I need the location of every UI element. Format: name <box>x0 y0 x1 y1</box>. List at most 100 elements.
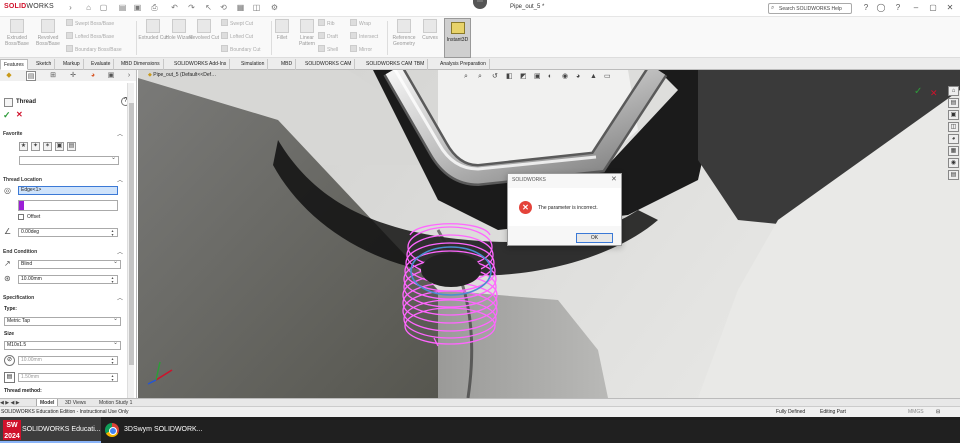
dialog-close-icon[interactable]: ✕ <box>611 175 617 183</box>
select-icon[interactable]: ↖ <box>204 3 213 12</box>
view-orientation-icon[interactable]: ▣ <box>534 71 541 82</box>
collapse-specification-icon[interactable]: ︿ <box>117 293 123 302</box>
swept-boss-button[interactable]: Swept Boss/Base <box>66 19 114 30</box>
redo-icon[interactable]: ↷ <box>187 3 196 12</box>
zoom-to-fit-icon[interactable]: ⌕ <box>464 71 468 82</box>
curves-button[interactable]: Curves <box>418 19 442 57</box>
depth-input[interactable]: 10.00mm <box>18 275 118 284</box>
swept-cut-button[interactable]: Swept Cut <box>221 19 253 30</box>
favorite-select[interactable] <box>19 155 119 165</box>
tab-mbd-dimensions[interactable]: MBD Dimensions <box>118 59 164 70</box>
tab-markup[interactable]: Markup <box>60 59 84 70</box>
home-icon[interactable]: ⌂ <box>84 3 93 12</box>
collapse-favorite-icon[interactable]: ︿ <box>117 129 123 138</box>
fillet-button[interactable]: Fillet <box>270 19 294 57</box>
diameter-input[interactable]: 10.00mm <box>18 356 118 365</box>
section-thread-location[interactable]: Thread Location <box>3 177 42 183</box>
restore-button[interactable]: ▢ <box>927 2 939 14</box>
solidworks-resources-icon[interactable]: ⌂ <box>948 86 959 96</box>
tab-simulation[interactable]: Simulation <box>238 59 269 70</box>
hide-show-icon[interactable]: ◉ <box>562 71 568 82</box>
end-condition-select[interactable]: Blind <box>18 259 121 269</box>
file-properties-icon[interactable]: ▦ <box>236 3 245 12</box>
undo-icon[interactable]: ↶ <box>170 3 179 12</box>
start-angle-input[interactable]: 0.00deg <box>18 228 118 237</box>
new-document-icon[interactable]: ▢ <box>99 3 108 12</box>
reverse-direction-icon[interactable]: ↗ <box>4 259 11 268</box>
section-end-condition[interactable]: End Condition <box>3 249 37 255</box>
pitch-override-icon[interactable]: ▤ <box>4 372 15 383</box>
reference-geometry-button[interactable]: Reference Geometry <box>389 19 419 57</box>
solidworks-cam-icon[interactable]: ▤ <box>948 170 959 180</box>
options-icon[interactable]: ⚙ <box>270 3 279 12</box>
tab-evaluate[interactable]: Evaluate <box>88 59 115 70</box>
wrap-button[interactable]: Wrap <box>350 19 371 30</box>
collapse-thread-location-icon[interactable]: ︿ <box>117 175 123 184</box>
tab-solidworks-cam-tbm[interactable]: SOLIDWORKS CAM TBM <box>363 59 429 70</box>
previous-view-icon[interactable]: ↺ <box>492 71 498 82</box>
tab-features[interactable]: Features <box>0 59 28 70</box>
feature-manager-icon[interactable]: ◆ <box>4 71 14 81</box>
revolved-boss-button[interactable]: Revolved Boss/Base <box>33 19 63 57</box>
appearances-icon[interactable]: ◕ <box>948 134 959 144</box>
file-explorer-icon[interactable]: ▣ <box>948 110 959 120</box>
user-icon[interactable]: ◯ <box>875 2 887 14</box>
rebuild-icon[interactable]: ⟲ <box>219 3 228 12</box>
tab-analysis-preparation[interactable]: Analysis Preparation <box>437 59 490 70</box>
cam-manager-icon[interactable]: ▣ <box>106 71 116 81</box>
close-button[interactable]: ✕ <box>944 2 956 14</box>
confirmation-cancel-icon[interactable]: ✕ <box>930 88 938 99</box>
edge-selection-field[interactable]: Edge<1> <box>18 186 118 195</box>
view-settings-icon[interactable]: ▭ <box>604 71 611 82</box>
custom-properties-icon[interactable]: ▦ <box>948 146 959 156</box>
section-view-icon[interactable]: ◧ <box>506 71 513 82</box>
collapse-ribbon-tab[interactable]: ⋯ <box>473 0 487 9</box>
cancel-x-icon[interactable]: ✕ <box>16 110 23 119</box>
instant3d-button[interactable]: Instant3D <box>444 18 471 58</box>
design-library-icon[interactable]: ▤ <box>948 98 959 108</box>
display-manager-icon[interactable]: ◕ <box>88 71 98 81</box>
collapse-end-condition-icon[interactable]: ︿ <box>117 247 123 256</box>
expand-menu-icon[interactable]: › <box>66 3 75 12</box>
boundary-boss-button[interactable]: Boundary Boss/Base <box>66 45 122 56</box>
view-palette-icon[interactable]: ◫ <box>948 122 959 132</box>
scrollbar-thumb[interactable] <box>129 103 134 365</box>
tab-mbd[interactable]: MBD <box>278 59 297 70</box>
add-favorite-icon[interactable]: ★ <box>19 142 28 151</box>
scene-icon[interactable]: ▲ <box>590 71 597 82</box>
help-icon[interactable]: ? <box>892 2 904 14</box>
confirmation-ok-icon[interactable]: ✓ <box>914 86 922 97</box>
tab-sketch[interactable]: Sketch <box>33 59 56 70</box>
display-icon[interactable]: ◫ <box>252 3 261 12</box>
boundary-cut-button[interactable]: Boundary Cut <box>221 45 261 56</box>
status-settings-icon[interactable]: ⊟ <box>936 407 940 417</box>
print-icon[interactable]: ⎙ <box>150 3 159 12</box>
extruded-boss-button[interactable]: Extruded Boss/Base <box>2 19 32 57</box>
question-icon[interactable]: ? <box>860 2 872 14</box>
units-menu[interactable]: MMGS <box>908 407 924 417</box>
draft-button[interactable]: Draft <box>318 32 338 43</box>
panel-scrollbar[interactable] <box>127 83 134 398</box>
save-icon[interactable]: ▣ <box>133 3 142 12</box>
tab-solidworks-addins[interactable]: SOLIDWORKS Add-Ins <box>171 59 231 70</box>
mirror-button[interactable]: Mirror <box>350 45 372 56</box>
section-specification[interactable]: Specification <box>3 295 34 301</box>
dimxpert-manager-icon[interactable]: ✛ <box>68 71 78 81</box>
shell-button[interactable]: Shell <box>318 45 338 56</box>
thread-size-select[interactable]: M10x1.5 <box>4 340 121 350</box>
edit-appearance-icon[interactable]: ◕ <box>576 71 580 82</box>
viewport-restore-icon[interactable]: ▢ <box>910 70 916 73</box>
intersect-button[interactable]: Intersect <box>350 32 378 43</box>
delete-favorite-icon[interactable]: ✶ <box>43 142 52 151</box>
zoom-area-icon[interactable]: ⌕ <box>478 71 482 82</box>
dynamic-annotation-icon[interactable]: ◩ <box>520 71 527 82</box>
display-style-icon[interactable]: ◐ <box>548 71 552 82</box>
offset-checkbox[interactable] <box>18 214 24 220</box>
save-favorite-icon[interactable]: ▣ <box>55 142 64 151</box>
open-icon[interactable]: ▤ <box>118 3 127 12</box>
feature-tree-flyout[interactable]: ◆ Pipe_out_5 (Default<<Def… <box>148 72 216 78</box>
configuration-manager-icon[interactable]: ⊞ <box>48 71 58 81</box>
ok-check-icon[interactable]: ✓ <box>3 110 11 121</box>
update-favorite-icon[interactable]: ✦ <box>31 142 40 151</box>
lofted-cut-button[interactable]: Lofted Cut <box>221 32 253 43</box>
